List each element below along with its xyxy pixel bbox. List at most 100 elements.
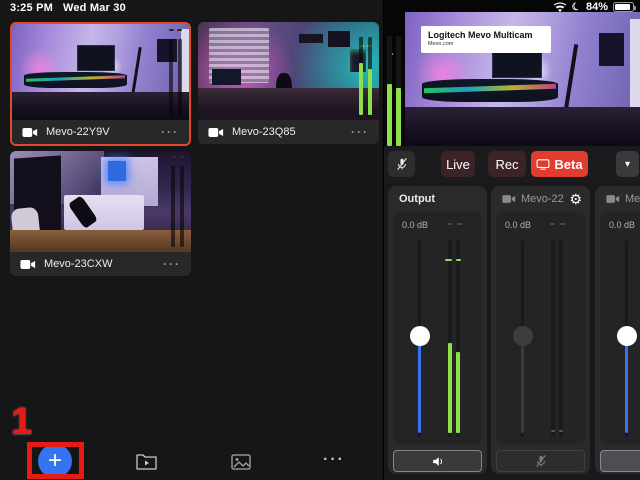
toolbar-more-button[interactable]: ··· [322, 452, 346, 468]
audio-mixer: Output 0.0 dB [384, 183, 640, 480]
camera-tile-bar: Mevo-22Y9V ··· [12, 120, 189, 144]
channel-fader-area: 0.0 dB [600, 212, 640, 444]
more-options-icon[interactable]: ··· [161, 126, 179, 138]
camera-thumbnail [198, 22, 379, 120]
more-options-icon[interactable]: ··· [163, 258, 181, 270]
mevo-multicam-app: Mevo-22Y9V ··· Mevo- [0, 0, 640, 480]
gain-value: 0.0 dB [609, 220, 635, 230]
channel-name: Output [399, 193, 479, 205]
camera-icon [502, 194, 516, 204]
ios-status-bar: 3:25 PM Wed Mar 30 ☾ 84% [0, 0, 640, 15]
live-button[interactable]: Live [441, 151, 475, 177]
lower-third-title: Logitech Mevo Multicam [428, 30, 544, 41]
lower-third-graphic: Logitech Mevo Multicam Mevo.com [421, 26, 551, 53]
channel-fader-area: 0.0 dB [393, 212, 482, 444]
meter-floor-right [559, 430, 563, 432]
transport-bar: Live Rec Beta ▾ [384, 146, 640, 183]
peak-tick [560, 223, 565, 225]
camera-tile-mevo-23q85[interactable]: Mevo-23Q85 ··· [198, 22, 379, 144]
date: Wed Mar 30 [63, 2, 126, 14]
level-meter-left [448, 240, 452, 437]
program-panel: Logitech Mevo Multicam Mevo.com Live Rec [383, 0, 640, 480]
camera-video-frame [12, 24, 189, 120]
image-icon [231, 454, 251, 470]
beta-label: Beta [554, 157, 582, 172]
more-options-icon[interactable]: ··· [351, 126, 369, 138]
camera-name: Mevo-23Q85 [232, 126, 343, 138]
mixer-channel-mevo-22y9v: Mevo-22Y9V ⚙ 0.0 dB [491, 186, 590, 474]
camera-thumbnail [12, 24, 189, 120]
mixer-channel-output: Output 0.0 dB [388, 186, 487, 474]
output-dropdown-button[interactable]: ▾ [616, 151, 639, 177]
fader-fill [521, 336, 524, 433]
camera-name: Mevo-23CXW [44, 258, 155, 270]
peak-tick [550, 223, 555, 225]
fader-fill [625, 336, 628, 433]
channel-header: Mevo-22Y9V ⚙ [491, 186, 590, 212]
channel-fader-area: 0.0 dB [496, 212, 585, 444]
volume-fader[interactable] [418, 240, 421, 437]
level-meter-right [559, 240, 563, 437]
camera-tile-mevo-22y9v[interactable]: Mevo-22Y9V ··· [10, 22, 191, 146]
lower-third-subtitle: Mevo.com [428, 41, 544, 49]
camera-icon [606, 194, 620, 204]
thumbnail-audio-meters [171, 156, 184, 247]
camera-name: Mevo-22Y9V [46, 126, 153, 138]
fader-fill [418, 336, 421, 433]
peak-tick [447, 223, 452, 225]
meter-floor-left [551, 430, 555, 432]
mixer-channel-mevo-3: Mevo- 0.0 dB [595, 186, 640, 474]
program-preview: Logitech Mevo Multicam Mevo.com [405, 12, 640, 146]
camera-video-frame [10, 151, 191, 252]
channel-header: Mevo- [595, 186, 640, 212]
channel-mute-button[interactable] [600, 450, 640, 472]
meter-peak-right [456, 259, 461, 261]
camera-icon [22, 127, 38, 138]
do-not-disturb-icon: ☾ [570, 0, 582, 13]
program-audio-meters [387, 12, 402, 146]
camera-icon [20, 259, 36, 270]
gain-value: 0.0 dB [402, 220, 428, 230]
camera-tile-bar: Mevo-23CXW ··· [10, 252, 191, 276]
camera-tile-bar: Mevo-23Q85 ··· [198, 120, 379, 144]
program-preview-zone: Logitech Mevo Multicam Mevo.com [384, 0, 640, 146]
channel-mute-button[interactable] [496, 450, 585, 472]
camera-tile-mevo-23cxw[interactable]: Mevo-23CXW ··· [10, 151, 191, 276]
peak-tick [457, 223, 462, 225]
camera-video-frame [198, 22, 379, 120]
volume-fader[interactable] [521, 240, 524, 437]
beta-button[interactable]: Beta [531, 151, 588, 177]
media-folder-button[interactable] [135, 452, 157, 470]
thumbnail-audio-meters [359, 27, 372, 115]
gain-value: 0.0 dB [505, 220, 531, 230]
camera-icon [208, 127, 224, 138]
fader-knob[interactable] [617, 326, 637, 346]
level-meter-left [551, 240, 555, 437]
rec-button[interactable]: Rec [488, 151, 526, 177]
master-mute-button[interactable] [388, 151, 415, 177]
monitor-icon [536, 159, 550, 170]
graphics-button[interactable] [230, 453, 251, 470]
gear-icon[interactable]: ⚙ [569, 192, 582, 206]
camera-library-panel: Mevo-22Y9V ··· Mevo- [0, 0, 383, 480]
output-speaker-button[interactable] [393, 450, 482, 472]
fader-knob[interactable] [513, 326, 533, 346]
level-meter-right [456, 240, 460, 437]
volume-fader[interactable] [625, 240, 628, 437]
camera-thumbnail [10, 151, 191, 252]
channel-name: Mevo-22Y9V [521, 193, 564, 205]
thumbnail-audio-meters [169, 29, 182, 115]
channel-name: Mevo- [625, 193, 640, 205]
channel-header: Output [388, 186, 487, 212]
meter-peak-left [445, 259, 452, 261]
speaker-icon [431, 455, 445, 468]
fader-knob[interactable] [410, 326, 430, 346]
folder-play-icon [136, 453, 157, 470]
clock: 3:25 PM [10, 2, 53, 14]
mic-muted-icon [534, 454, 548, 468]
annotation-step-number: 1 [11, 403, 32, 441]
mic-muted-icon [395, 157, 409, 171]
battery-icon [613, 2, 634, 12]
battery-percent: 84% [586, 1, 608, 13]
wifi-icon [553, 2, 567, 13]
